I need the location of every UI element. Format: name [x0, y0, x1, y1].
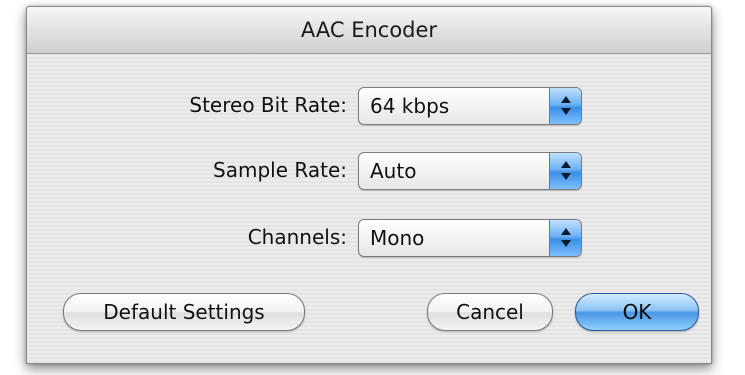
cancel-button[interactable]: Cancel — [427, 293, 553, 331]
sample-rate-value: Auto — [370, 159, 417, 183]
sample-rate-label: Sample Rate: — [213, 158, 347, 182]
channels-label: Channels: — [247, 225, 347, 249]
stereo-bit-rate-value: 64 kbps — [370, 94, 450, 118]
updown-arrows-icon — [549, 153, 581, 189]
channels-value: Mono — [370, 226, 425, 250]
title-bar[interactable]: AAC Encoder — [27, 7, 711, 54]
ok-button[interactable]: OK — [575, 293, 699, 331]
default-settings-button[interactable]: Default Settings — [63, 293, 305, 331]
aac-encoder-dialog: AAC Encoder Stereo Bit Rate: 64 kbps Sam… — [26, 6, 712, 364]
stereo-bit-rate-popup[interactable]: 64 kbps — [358, 87, 582, 125]
updown-arrows-icon — [549, 220, 581, 256]
sample-rate-popup[interactable]: Auto — [358, 152, 582, 190]
updown-arrows-icon — [549, 88, 581, 124]
stereo-bit-rate-label: Stereo Bit Rate: — [189, 93, 347, 117]
window-title: AAC Encoder — [300, 18, 438, 42]
channels-popup[interactable]: Mono — [358, 219, 582, 257]
